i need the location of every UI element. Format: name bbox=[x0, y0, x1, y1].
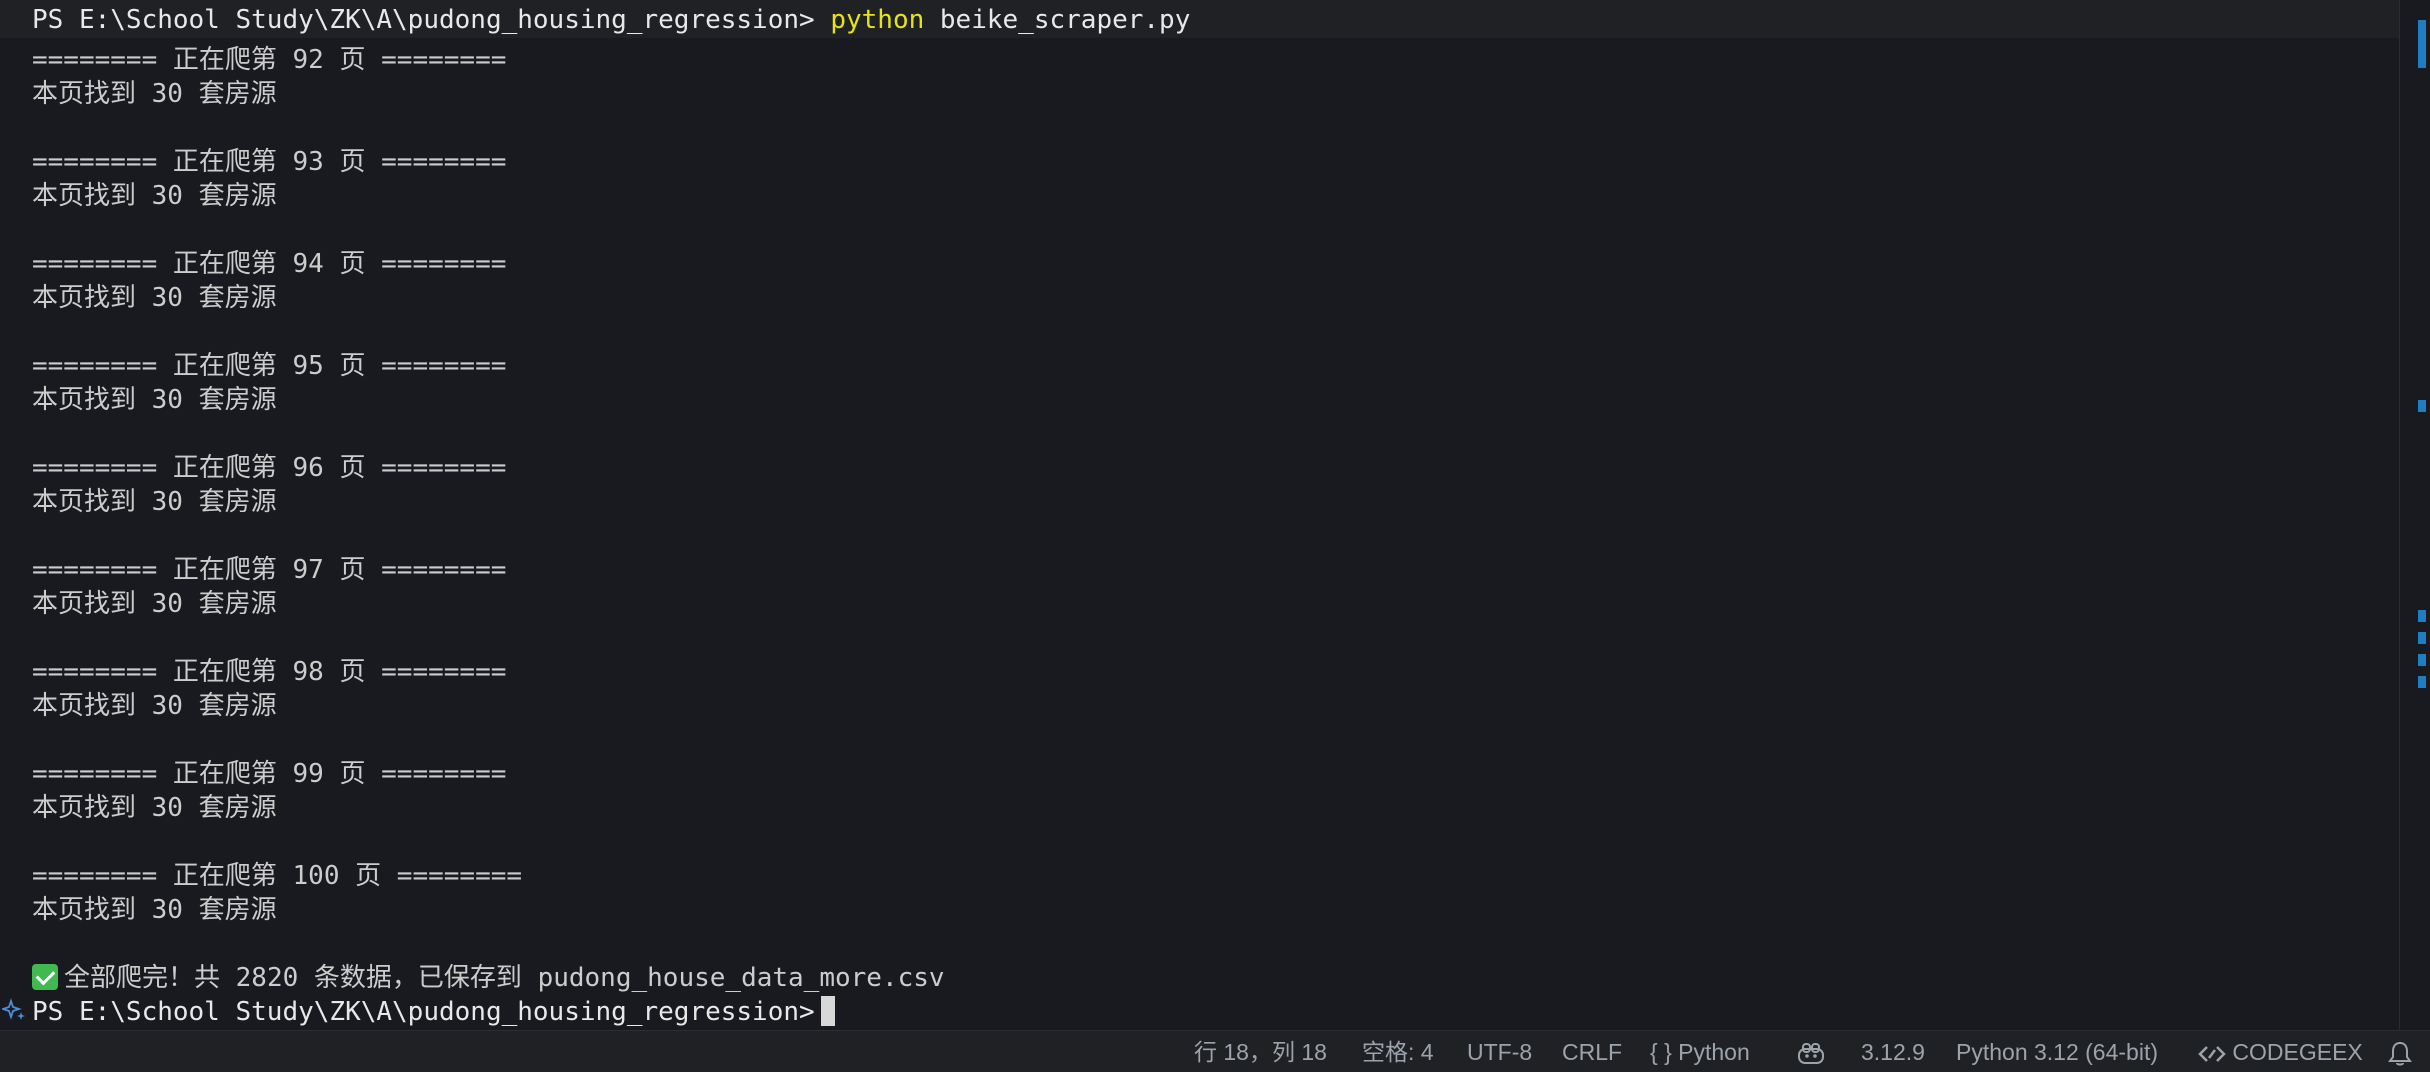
page-result-line: 本页找到 30 套房源 bbox=[32, 589, 277, 619]
page-result-line: 本页找到 30 套房源 bbox=[32, 691, 277, 721]
page-result-line: 本页找到 30 套房源 bbox=[32, 283, 277, 313]
terminal-panel[interactable]: PS E:\School Study\ZK\A\pudong_housing_r… bbox=[0, 0, 2400, 1030]
page-result-line: 本页找到 30 套房源 bbox=[32, 793, 277, 823]
page-header-line: ======== 正在爬第 97 页 ======== bbox=[32, 555, 507, 585]
python-interpreter[interactable]: Python 3.12 (64-bit) bbox=[1956, 1031, 2158, 1072]
codegeex-status[interactable]: CODEGEEX bbox=[2198, 1031, 2363, 1072]
page-result-line: 本页找到 30 套房源 bbox=[32, 895, 277, 925]
check-mark-icon bbox=[32, 964, 58, 990]
braces-icon: { } bbox=[1650, 1039, 1672, 1065]
ruler-marker bbox=[2418, 610, 2426, 622]
sparkle-icon[interactable] bbox=[2, 998, 28, 1024]
ruler-marker bbox=[2418, 632, 2426, 644]
page-result-line: 本页找到 30 套房源 bbox=[32, 487, 277, 517]
final-message: 全部爬完！共 2820 条数据，已保存到 pudong_house_data_m… bbox=[64, 963, 945, 993]
ruler-marker bbox=[2418, 654, 2426, 666]
copilot-icon[interactable] bbox=[1796, 1031, 1826, 1072]
bell-icon[interactable] bbox=[2387, 1031, 2413, 1072]
line-ending[interactable]: CRLF bbox=[1562, 1031, 1622, 1072]
terminal-cursor bbox=[820, 996, 835, 1026]
page-result-line: 本页找到 30 套房源 bbox=[32, 181, 277, 211]
command-argument: beike_scraper.py bbox=[939, 5, 1191, 35]
page-result-line: 本页找到 30 套房源 bbox=[32, 385, 277, 415]
language-label: Python bbox=[1678, 1039, 1750, 1065]
page-header-line: ======== 正在爬第 92 页 ======== bbox=[32, 45, 507, 75]
terminal-prompt: PS E:\School Study\ZK\A\pudong_housing_r… bbox=[32, 5, 815, 35]
page-header-line: ======== 正在爬第 94 页 ======== bbox=[32, 249, 507, 279]
command-keyword: python bbox=[830, 5, 925, 35]
indentation-setting[interactable]: 空格: 4 bbox=[1362, 1031, 1434, 1072]
page-header-line: ======== 正在爬第 95 页 ======== bbox=[32, 351, 507, 381]
codegeex-icon bbox=[2198, 1046, 2226, 1062]
python-version[interactable]: 3.12.9 bbox=[1861, 1031, 1925, 1072]
page-header-line: ======== 正在爬第 98 页 ======== bbox=[32, 657, 507, 687]
page-header-line: ======== 正在爬第 96 页 ======== bbox=[32, 453, 507, 483]
cursor-position[interactable]: 行 18，列 18 bbox=[1194, 1031, 1327, 1072]
page-result-line: 本页找到 30 套房源 bbox=[32, 79, 277, 109]
status-bar: 行 18，列 18 空格: 4 UTF-8 CRLF { } Python 3.… bbox=[0, 1030, 2430, 1072]
ruler-marker bbox=[2418, 676, 2426, 688]
page-header-line: ======== 正在爬第 100 页 ======== bbox=[32, 861, 523, 891]
vscode-window: PS E:\School Study\ZK\A\pudong_housing_r… bbox=[0, 0, 2430, 1072]
terminal-scrollbar[interactable] bbox=[2399, 0, 2430, 1030]
terminal-input-line[interactable]: PS E:\School Study\ZK\A\pudong_housing_r… bbox=[32, 995, 835, 1029]
codegeex-label: CODEGEEX bbox=[2232, 1039, 2363, 1065]
file-encoding[interactable]: UTF-8 bbox=[1467, 1031, 1532, 1072]
page-header-line: ======== 正在爬第 93 页 ======== bbox=[32, 147, 507, 177]
ruler-marker bbox=[2418, 20, 2426, 68]
page-header-line: ======== 正在爬第 99 页 ======== bbox=[32, 759, 507, 789]
final-message-line: 全部爬完！共 2820 条数据，已保存到 pudong_house_data_m… bbox=[32, 961, 945, 995]
language-mode[interactable]: { } Python bbox=[1650, 1031, 1750, 1072]
terminal-prompt: PS E:\School Study\ZK\A\pudong_housing_r… bbox=[32, 997, 815, 1027]
ruler-marker bbox=[2418, 400, 2426, 412]
terminal-command-line: PS E:\School Study\ZK\A\pudong_housing_r… bbox=[32, 3, 1190, 37]
